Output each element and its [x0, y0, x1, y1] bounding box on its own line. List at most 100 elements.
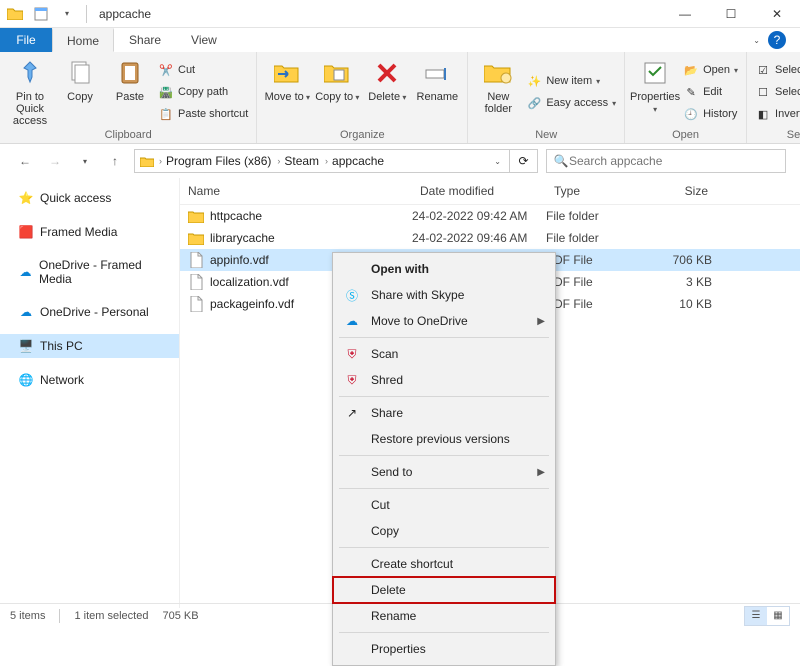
file-icon	[188, 296, 204, 312]
organize-group: Move to ▾ Copy to ▾ Delete ▾ Rename Orga…	[257, 52, 468, 143]
cloud-icon: ☁	[18, 264, 33, 280]
ctx-rename[interactable]: Rename	[333, 603, 555, 629]
status-count: 5 items	[10, 610, 45, 622]
paste-shortcut-button[interactable]: 📋Paste shortcut	[156, 103, 250, 125]
clipboard-group-label: Clipboard	[6, 129, 250, 143]
ctx-share-skype[interactable]: ⓈShare with Skype	[333, 282, 555, 308]
up-button[interactable]: ↑	[104, 150, 126, 172]
address-bar[interactable]: › Program Files (x86)› Steam› appcache ⌄	[134, 149, 510, 173]
col-size[interactable]: Size	[646, 178, 716, 204]
file-row[interactable]: httpcache24-02-2022 09:42 AMFile folder	[180, 205, 800, 227]
open-group-label: Open	[631, 129, 740, 143]
app-icon: 🟥	[18, 224, 34, 240]
minimize-button[interactable]: ―	[662, 0, 708, 28]
crumb-appcache[interactable]: appcache	[332, 154, 384, 168]
explorer-app-icon	[4, 3, 26, 25]
ctx-properties[interactable]: Properties	[333, 636, 555, 662]
crumb-steam[interactable]: Steam	[284, 154, 319, 168]
file-name: localization.vdf	[210, 275, 289, 289]
close-button[interactable]: ✕	[754, 0, 800, 28]
cloud-icon: ☁	[18, 304, 34, 320]
properties-button[interactable]: Properties ▾	[631, 55, 679, 129]
edit-button[interactable]: ✎Edit	[681, 81, 740, 103]
recent-locations-button[interactable]: ▾	[74, 150, 96, 172]
easy-access-button[interactable]: 🔗Easy access ▾	[524, 92, 618, 114]
sidebar-quick-access[interactable]: ⭐Quick access	[0, 186, 179, 210]
invert-selection-button[interactable]: ◧Invert selection	[753, 103, 800, 125]
address-drop-icon[interactable]: ⌄	[490, 157, 505, 166]
ctx-restore[interactable]: Restore previous versions	[333, 426, 555, 452]
share-icon: ↗	[343, 406, 361, 420]
qat-dropdown-icon[interactable]: ▾	[56, 3, 78, 25]
details-view-button[interactable]: ☰	[745, 607, 767, 625]
refresh-button[interactable]: ⟳	[510, 149, 538, 173]
ctx-delete[interactable]: Delete	[333, 577, 555, 603]
shield-icon: ⛨	[343, 373, 361, 388]
copy-button[interactable]: Copy	[56, 55, 104, 129]
navigation-pane: ⭐Quick access 🟥Framed Media ☁OneDrive - …	[0, 178, 180, 608]
skype-icon: Ⓢ	[343, 287, 361, 304]
sidebar-framed-media[interactable]: 🟥Framed Media	[0, 220, 179, 244]
rename-button[interactable]: Rename	[413, 55, 461, 129]
organize-group-label: Organize	[263, 129, 461, 143]
file-name: appinfo.vdf	[210, 253, 269, 267]
new-folder-button[interactable]: New folder	[474, 55, 522, 129]
view-toggle: ☰ ▦	[744, 606, 790, 626]
ctx-cut[interactable]: Cut	[333, 492, 555, 518]
share-tab[interactable]: Share	[114, 28, 176, 52]
sidebar-network[interactable]: 🌐Network	[0, 368, 179, 392]
new-group-label: New	[474, 129, 618, 143]
copy-path-button[interactable]: 🛣️Copy path	[156, 81, 250, 103]
sidebar-onedrive-framed[interactable]: ☁OneDrive - Framed Media	[0, 254, 179, 290]
maximize-button[interactable]: ☐	[708, 0, 754, 28]
navigation-bar: ← → ▾ ↑ › Program Files (x86)› Steam› ap…	[0, 144, 800, 178]
location-folder-icon	[139, 153, 155, 169]
status-selection: 1 item selected	[74, 610, 148, 622]
folder-icon	[188, 230, 204, 246]
file-icon	[188, 274, 204, 290]
ctx-copy[interactable]: Copy	[333, 518, 555, 544]
clipboard-group: Pin to Quick access Copy Paste ✂️Cut 🛣️C…	[0, 52, 257, 143]
back-button[interactable]: ←	[14, 150, 36, 172]
ctx-open-with[interactable]: Open with	[333, 256, 555, 282]
file-size: 3 KB	[646, 275, 716, 289]
search-box[interactable]: 🔍	[546, 149, 786, 173]
ctx-send-to[interactable]: Send to▶	[333, 459, 555, 485]
history-button[interactable]: 🕘History	[681, 103, 740, 125]
col-type[interactable]: Type	[546, 178, 646, 204]
select-all-button[interactable]: ☑Select all	[753, 59, 800, 81]
crumb-program-files[interactable]: Program Files (x86)	[166, 154, 271, 168]
ctx-move-onedrive[interactable]: ☁Move to OneDrive▶	[333, 308, 555, 334]
help-icon[interactable]: ?	[768, 31, 786, 49]
open-button[interactable]: 📂Open ▾	[681, 59, 740, 81]
properties-qat-icon[interactable]	[30, 3, 52, 25]
move-to-button[interactable]: Move to ▾	[263, 55, 311, 129]
file-tab[interactable]: File	[0, 28, 52, 52]
select-none-button[interactable]: ☐Select none	[753, 81, 800, 103]
file-name: librarycache	[210, 231, 275, 245]
col-name[interactable]: Name	[180, 178, 412, 204]
col-date[interactable]: Date modified	[412, 178, 546, 204]
sidebar-this-pc[interactable]: 🖥️This PC	[0, 334, 179, 358]
pin-quick-access-button[interactable]: Pin to Quick access	[6, 55, 54, 129]
home-tab[interactable]: Home	[52, 28, 114, 52]
delete-button[interactable]: Delete ▾	[363, 55, 411, 129]
ctx-shred[interactable]: ⛨Shred	[333, 367, 555, 393]
ctx-scan[interactable]: ⛨Scan	[333, 341, 555, 367]
file-row[interactable]: librarycache24-02-2022 09:46 AMFile fold…	[180, 227, 800, 249]
view-tab[interactable]: View	[176, 28, 232, 52]
ctx-share[interactable]: ↗Share	[333, 400, 555, 426]
collapse-ribbon-icon[interactable]: ⌄	[753, 36, 760, 45]
thumbnails-view-button[interactable]: ▦	[767, 607, 789, 625]
cut-button[interactable]: ✂️Cut	[156, 59, 250, 81]
sidebar-onedrive-personal[interactable]: ☁OneDrive - Personal	[0, 300, 179, 324]
window-controls: ― ☐ ✕	[662, 0, 800, 28]
file-icon	[188, 252, 204, 268]
search-input[interactable]	[569, 154, 779, 168]
new-item-button[interactable]: ✨New item ▾	[524, 70, 618, 92]
forward-button[interactable]: →	[44, 150, 66, 172]
ctx-create-shortcut[interactable]: Create shortcut	[333, 551, 555, 577]
copy-to-button[interactable]: Copy to ▾	[313, 55, 361, 129]
file-date: 24-02-2022 09:46 AM	[412, 231, 546, 245]
paste-button[interactable]: Paste	[106, 55, 154, 129]
